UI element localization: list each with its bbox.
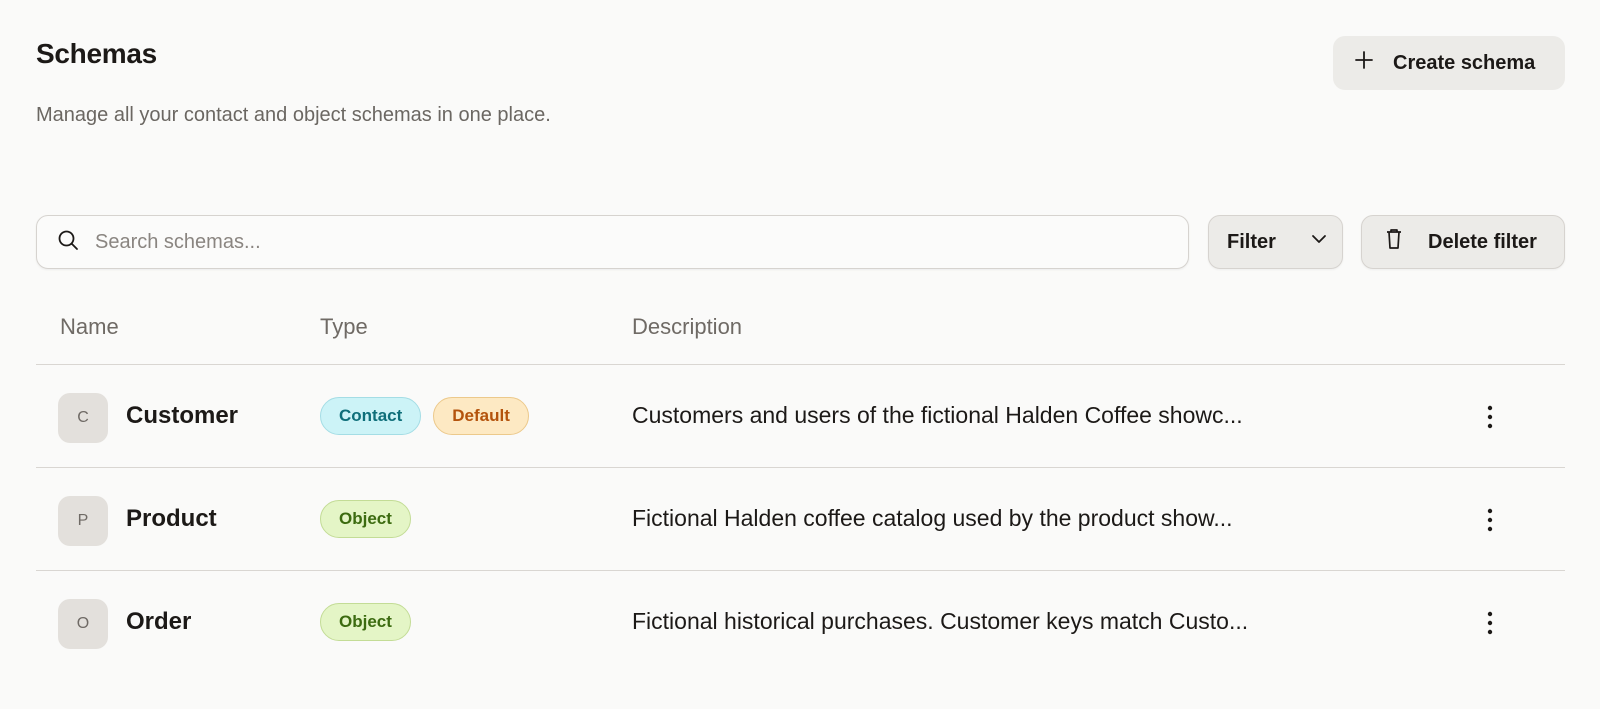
schema-description: Fictional Halden coffee catalog used by …	[632, 505, 1233, 531]
create-schema-label: Create schema	[1393, 51, 1536, 74]
row-menu-button[interactable]	[1474, 607, 1506, 639]
type-badges: Contact Default	[320, 397, 529, 435]
delete-filter-label: Delete filter	[1428, 230, 1537, 253]
schema-avatar: O	[58, 599, 108, 649]
type-badge-default: Default	[433, 397, 529, 435]
table-row[interactable]: C Customer Contact Default Customers and…	[36, 365, 1565, 468]
column-header-type[interactable]: Type	[320, 314, 368, 340]
page-title: Schemas	[36, 38, 157, 69]
create-schema-button[interactable]: Create schema	[1333, 36, 1565, 90]
schemas-table: Name Type Description C Customer Contact…	[36, 300, 1565, 674]
trash-icon	[1384, 228, 1404, 256]
search-input[interactable]	[95, 230, 1095, 254]
page-subtitle: Manage all your contact and object schem…	[36, 104, 551, 126]
schema-name[interactable]: Order	[126, 608, 191, 636]
filter-button[interactable]: Filter	[1208, 215, 1343, 269]
more-vertical-icon	[1487, 508, 1493, 532]
column-header-description[interactable]: Description	[632, 314, 742, 340]
delete-filter-button[interactable]: Delete filter	[1361, 215, 1565, 269]
type-badge-contact: Contact	[320, 397, 422, 435]
schema-description: Fictional historical purchases. Customer…	[632, 608, 1249, 634]
row-menu-button[interactable]	[1474, 401, 1506, 433]
schema-name[interactable]: Customer	[126, 402, 238, 430]
more-vertical-icon	[1487, 405, 1493, 429]
schema-avatar: P	[58, 496, 108, 546]
type-badge-object: Object	[320, 500, 411, 538]
table-row[interactable]: O Order Object Fictional historical purc…	[36, 571, 1565, 674]
schema-avatar: C	[58, 393, 108, 443]
type-badge-object: Object	[320, 603, 411, 641]
plus-icon	[1353, 49, 1375, 77]
schema-name[interactable]: Product	[126, 505, 217, 533]
schemas-page: Schemas Manage all your contact and obje…	[0, 0, 1600, 709]
row-menu-button[interactable]	[1474, 504, 1506, 536]
type-badges: Object	[320, 603, 411, 641]
column-header-name[interactable]: Name	[60, 314, 119, 340]
schema-description: Customers and users of the fictional Hal…	[632, 402, 1243, 428]
more-vertical-icon	[1487, 611, 1493, 635]
type-badges: Object	[320, 500, 411, 538]
chevron-down-icon	[1276, 230, 1328, 254]
search-icon	[57, 229, 79, 256]
table-header: Name Type Description	[36, 300, 1565, 365]
search-field[interactable]	[36, 215, 1189, 269]
filter-label: Filter	[1227, 230, 1276, 253]
table-row[interactable]: P Product Object Fictional Halden coffee…	[36, 468, 1565, 571]
